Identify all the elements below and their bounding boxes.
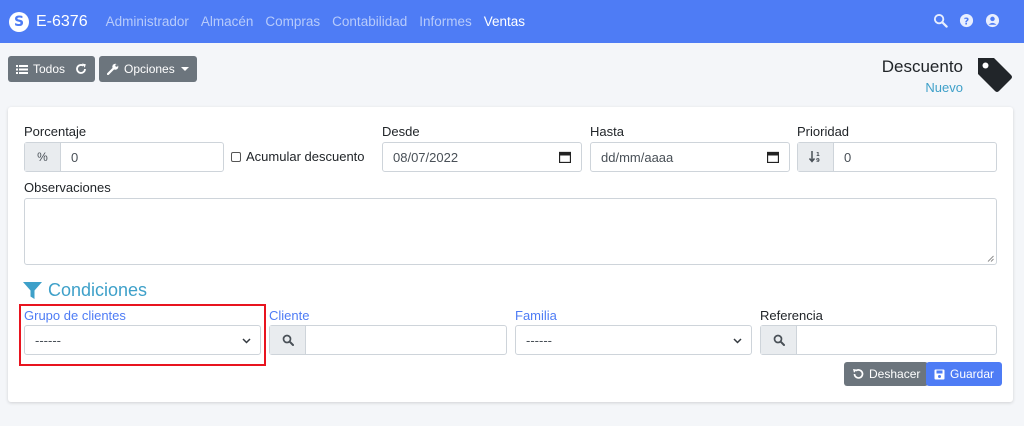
menu-item-ventas[interactable]: Ventas [484, 14, 525, 29]
customer-label: Cliente [269, 308, 310, 323]
search-icon[interactable] [270, 326, 306, 354]
percentage-input[interactable]: % 0 [24, 142, 224, 172]
conditions-title: Condiciones [48, 280, 148, 300]
brand-logo-icon: S [9, 11, 29, 32]
to-date-value: dd/mm/aaaa [601, 149, 674, 165]
percentage-value: 0 [71, 149, 79, 165]
toolbar: Todos Opciones [8, 56, 197, 82]
observations-label: Observaciones [24, 180, 111, 195]
priority-label: Prioridad [797, 124, 850, 139]
customer-search-input[interactable] [269, 325, 507, 355]
accumulate-discount-label: Acumular descuento [246, 149, 365, 164]
percent-icon: % [25, 143, 61, 171]
search-icon[interactable] [933, 13, 948, 28]
chevron-down-icon [733, 338, 742, 344]
user-icon[interactable] [985, 13, 1000, 28]
search-icon[interactable] [761, 326, 797, 354]
brand-name: E-6376 [36, 12, 88, 30]
page-heading: Descuento Nuevo [882, 57, 963, 95]
svg-text:9: 9 [816, 158, 820, 163]
to-date-input[interactable]: dd/mm/aaaa [590, 142, 790, 172]
all-records-button[interactable]: Todos [8, 56, 96, 82]
save-button[interactable]: Guardar [926, 362, 1003, 386]
menu-item-contabilidad[interactable]: Contabilidad [332, 14, 407, 29]
family-label: Familia [515, 308, 557, 323]
list-icon [16, 64, 28, 75]
save-label: Guardar [950, 367, 995, 381]
highlight-box [19, 304, 266, 366]
chevron-down-icon [180, 67, 189, 71]
resize-handle-icon[interactable] [987, 255, 994, 262]
observations-textarea[interactable] [24, 198, 997, 265]
family-select[interactable]: ------ [515, 325, 752, 355]
filter-icon [23, 282, 42, 299]
percentage-label: Porcentaje [24, 124, 87, 139]
from-date-label: Desde [382, 124, 420, 139]
sort-numeric-icon: 19 [798, 143, 834, 171]
from-date-value: 08/07/2022 [393, 149, 459, 165]
save-icon [934, 369, 945, 380]
tag-icon [978, 58, 1012, 92]
undo-button[interactable]: Deshacer [844, 362, 929, 386]
family-value: ------ [526, 332, 552, 348]
navbar-icons: ? [933, 13, 1000, 28]
reference-label: Referencia [760, 308, 823, 323]
priority-input[interactable]: 19 0 [797, 142, 997, 172]
options-label: Opciones [124, 62, 175, 76]
priority-value: 0 [844, 149, 852, 165]
wrench-icon [107, 63, 119, 75]
accumulate-discount-checkbox[interactable] [231, 152, 241, 162]
calendar-icon[interactable] [767, 151, 779, 163]
options-dropdown-button[interactable]: Opciones [99, 56, 197, 82]
undo-label: Deshacer [869, 367, 921, 381]
from-date-input[interactable]: 08/07/2022 [382, 142, 582, 172]
page-title: Descuento [881, 57, 963, 76]
page-subtitle: Nuevo [925, 80, 963, 95]
to-date-label: Hasta [590, 124, 624, 139]
brand[interactable]: S E-6376 [9, 11, 88, 32]
all-records-label: Todos [33, 62, 66, 76]
help-icon[interactable]: ? [959, 13, 974, 28]
menu-item-compras[interactable]: Compras [265, 14, 320, 29]
reference-search-input[interactable] [760, 325, 997, 355]
refresh-icon[interactable] [75, 63, 87, 75]
menu-item-informes[interactable]: Informes [419, 14, 472, 29]
top-navbar: S E-6376 Administrador Almacén Compras C… [0, 0, 1024, 43]
menu-item-almacen[interactable]: Almacén [201, 14, 254, 29]
svg-text:?: ? [964, 16, 969, 27]
calendar-icon[interactable] [559, 151, 571, 163]
main-menu: Administrador Almacén Compras Contabilid… [106, 14, 537, 29]
menu-item-administrador[interactable]: Administrador [106, 14, 189, 29]
undo-icon [852, 368, 864, 380]
